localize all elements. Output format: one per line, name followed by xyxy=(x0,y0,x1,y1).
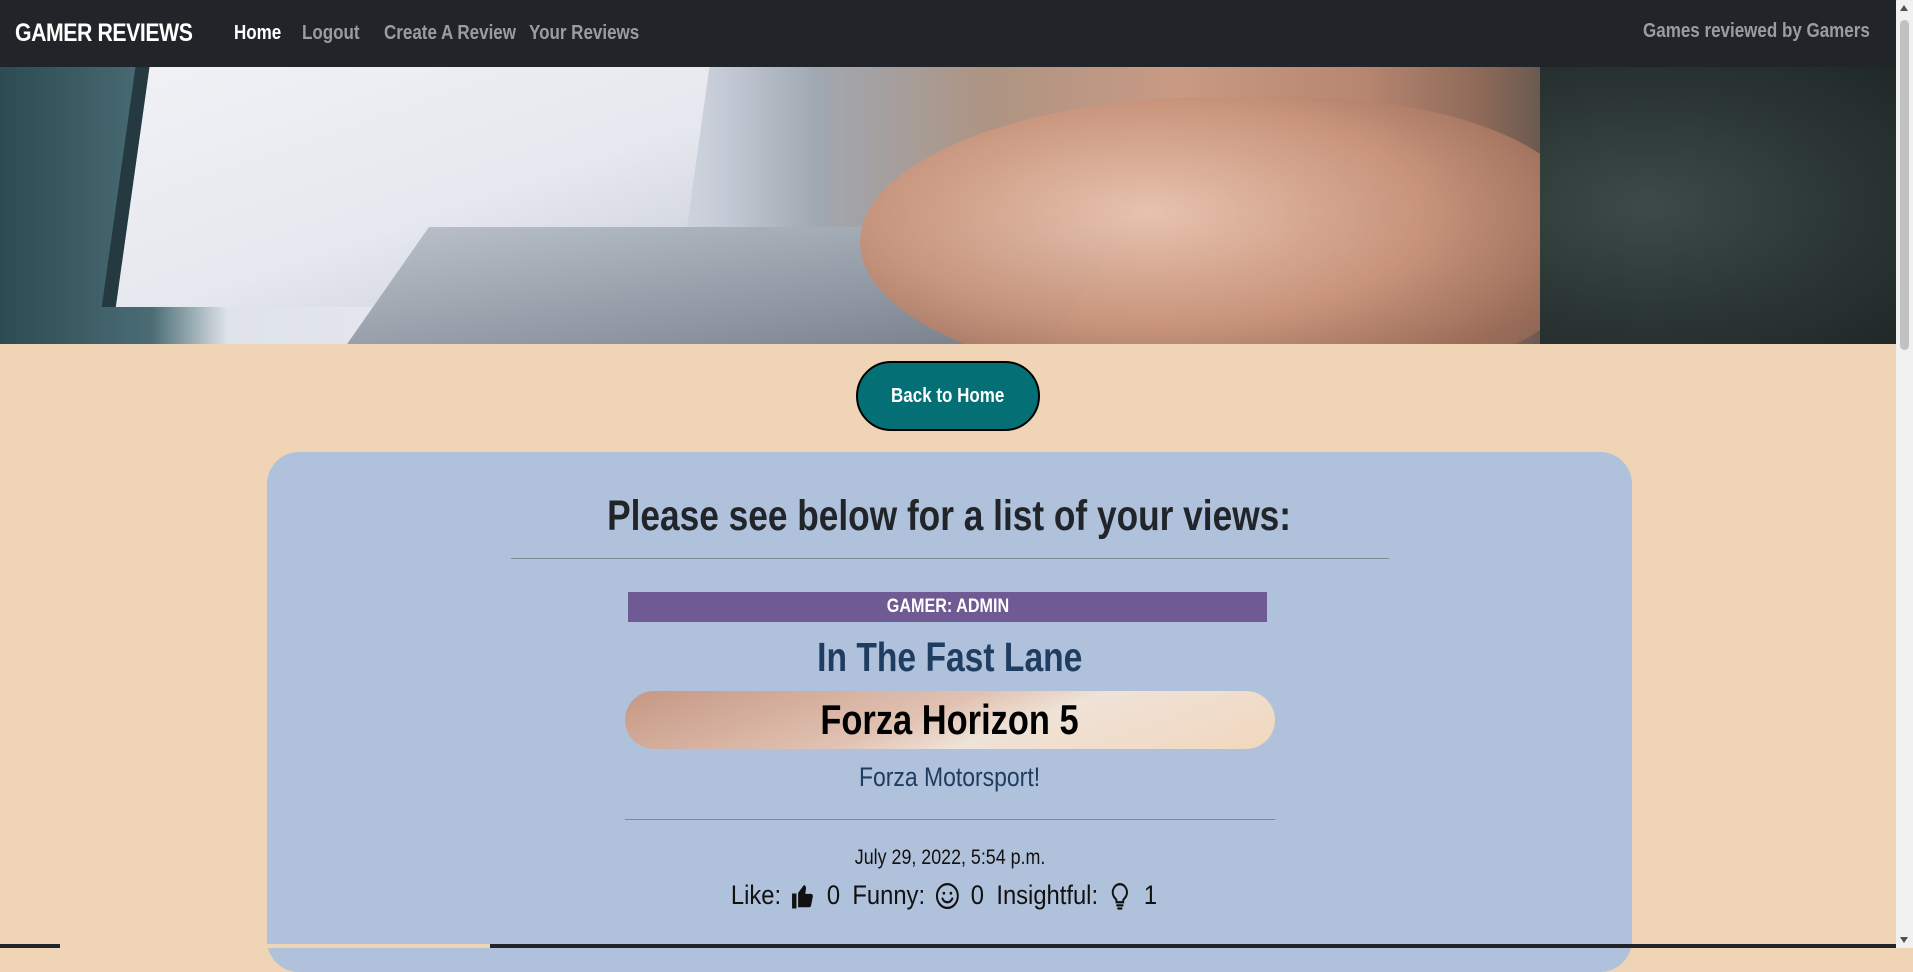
gamer-badge: GAMER: ADMIN xyxy=(628,592,1267,622)
navbar: GAMER REVIEWS Home Logout Create A Revie… xyxy=(0,0,1896,67)
insightful-label: Insightful: xyxy=(996,880,1098,910)
thumbs-up-icon[interactable] xyxy=(790,881,816,911)
review-subtitle-text: Forza Motorsport! xyxy=(859,762,1041,792)
page-heading-text: Please see below for a list of your view… xyxy=(607,492,1292,540)
bottom-strip-segment xyxy=(490,944,1896,948)
brand-logo[interactable]: GAMER REVIEWS xyxy=(15,19,193,48)
game-name-text: Forza Horizon 5 xyxy=(820,696,1080,743)
scrollbar-thumb[interactable] xyxy=(1900,20,1909,350)
review-subtitle: Forza Motorsport! xyxy=(625,762,1275,793)
reactions-row: Like: 0 Funny: 0 Insightful: 1 xyxy=(625,880,1275,911)
page-scrollbar[interactable] xyxy=(1896,0,1913,948)
nav-link-home[interactable]: Home xyxy=(234,22,281,45)
scroll-up-arrow-icon[interactable] xyxy=(1900,5,1908,11)
nav-link-logout[interactable]: Logout xyxy=(302,22,360,45)
review-date: July 29, 2022, 5:54 p.m. xyxy=(625,846,1275,870)
nav-link-your-reviews[interactable]: Your Reviews xyxy=(529,22,639,45)
back-to-home-button[interactable]: Back to Home xyxy=(856,361,1040,431)
hero-sleeve xyxy=(1540,67,1896,344)
bottom-strip xyxy=(0,944,1896,948)
review-date-text: July 29, 2022, 5:54 p.m. xyxy=(854,846,1046,869)
review-title-text: In The Fast Lane xyxy=(817,634,1083,680)
like-label: Like: xyxy=(730,880,781,910)
hero-hand xyxy=(860,97,1580,344)
reactions-inner: Like: 0 Funny: 0 Insightful: 1 xyxy=(731,880,1169,911)
game-name-pill: Forza Horizon 5 xyxy=(625,691,1275,749)
nav-links: Home Logout Create A Review Your Reviews xyxy=(234,22,651,45)
nav-link-create-review[interactable]: Create A Review xyxy=(384,22,516,45)
lightbulb-icon[interactable] xyxy=(1107,881,1133,911)
scroll-down-arrow-icon[interactable] xyxy=(1900,937,1908,943)
heading-divider xyxy=(511,558,1389,559)
insightful-count: 1 xyxy=(1143,880,1157,910)
page-heading: Please see below for a list of your view… xyxy=(267,492,1632,541)
bottom-strip-segment xyxy=(0,944,60,948)
reviews-card: Please see below for a list of your view… xyxy=(267,452,1632,972)
hero-image xyxy=(0,67,1896,344)
funny-label: Funny: xyxy=(852,880,925,910)
review-title[interactable]: In The Fast Lane xyxy=(625,634,1275,681)
back-to-home-label: Back to Home xyxy=(891,384,1005,407)
funny-count: 0 xyxy=(970,880,984,910)
review-divider xyxy=(625,819,1275,820)
gamer-badge-text: GAMER: ADMIN xyxy=(886,596,1009,617)
like-count: 0 xyxy=(826,880,840,910)
smile-icon[interactable] xyxy=(934,881,960,911)
navbar-tagline: Games reviewed by Gamers xyxy=(1643,20,1870,42)
